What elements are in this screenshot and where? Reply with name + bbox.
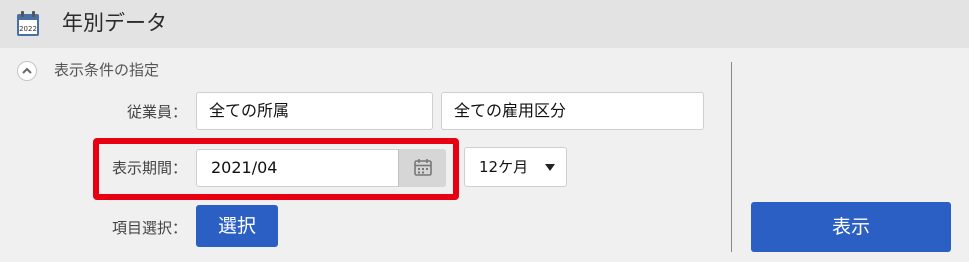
- calendar-picker-button[interactable]: [398, 149, 446, 187]
- page-title: 年別データ: [62, 11, 167, 35]
- calendar-icon: [414, 159, 432, 176]
- calendar-icon-year: 2022: [19, 25, 37, 33]
- select-items-button[interactable]: 選択: [196, 205, 278, 247]
- conditions-section-label: 表示条件の指定: [54, 61, 160, 79]
- calendar-icon: 2022: [17, 11, 39, 36]
- employee-label: 従業員：: [126, 103, 187, 121]
- caret-down-icon: [545, 164, 555, 171]
- show-button[interactable]: 表示: [751, 202, 951, 252]
- page-header: 2022 年別データ: [0, 0, 969, 48]
- employment-type-field[interactable]: 全ての雇用区分: [441, 92, 704, 130]
- items-label: 項目選択：: [111, 219, 187, 237]
- collapse-conditions-button[interactable]: [17, 61, 37, 81]
- chevron-up-icon: [22, 67, 32, 74]
- period-span-value: 12ケ月: [479, 158, 529, 176]
- period-span-select[interactable]: 12ケ月: [464, 147, 567, 187]
- period-label: 表示期間：: [111, 159, 187, 177]
- affiliation-field[interactable]: 全ての所属: [196, 92, 433, 130]
- panel-divider: [731, 62, 732, 252]
